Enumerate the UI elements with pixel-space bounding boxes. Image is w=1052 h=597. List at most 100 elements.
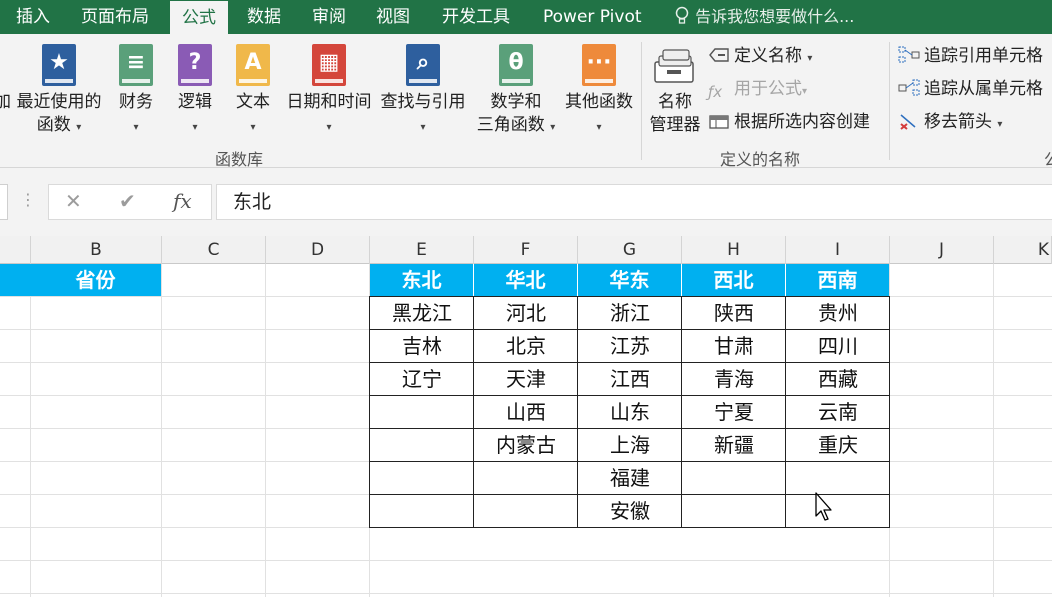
tab-developer[interactable]: 开发工具 [442, 0, 510, 34]
table-cell[interactable] [786, 462, 890, 495]
tab-insert[interactable]: 插入 [16, 0, 50, 34]
table-cell[interactable]: 陕西 [682, 297, 786, 330]
tell-me-box[interactable]: 告诉我您想要做什么... [674, 0, 854, 34]
recent-label-1: 最近使用的 [16, 92, 102, 112]
table-cell[interactable]: 甘肃 [682, 330, 786, 363]
recently-used-button[interactable]: ★ 最近使用的 函数 ▾ [12, 42, 106, 142]
table-cell[interactable] [370, 462, 474, 495]
table-header-cell[interactable]: 西南 [786, 264, 889, 296]
formula-buttons: ✕ ✔ fx [48, 184, 212, 220]
table-header-cell[interactable]: 东北 [370, 264, 473, 296]
column-header-g[interactable]: G [578, 236, 682, 264]
table-cell[interactable]: 宁夏 [682, 396, 786, 429]
defined-names-group-label: 定义的名称 [720, 150, 801, 169]
ribbon-tab-bar: 插入 页面布局 公式 数据 审阅 视图 开发工具 Power Pivot 告诉我… [0, 0, 1052, 35]
drag-handle-icon[interactable]: ⋮ [20, 190, 36, 209]
insert-function-button-partial[interactable]: 加 [0, 91, 11, 113]
worksheet-grid[interactable]: 省份 东北 华北 华东 西北 西南 黑龙江 河北 浙江 陕西 贵州 吉林 北京 … [0, 264, 1052, 597]
tab-review[interactable]: 审阅 [312, 0, 346, 34]
name-box[interactable] [0, 184, 8, 220]
table-cell[interactable] [474, 462, 578, 495]
table-cell[interactable]: 四川 [786, 330, 890, 363]
column-header-f[interactable]: F [474, 236, 578, 264]
table-cell[interactable]: 江西 [578, 363, 682, 396]
financial-label: 财务 [119, 92, 153, 112]
tab-data[interactable]: 数据 [247, 0, 281, 34]
table-header-cell[interactable]: 华东 [578, 264, 681, 296]
table-cell[interactable]: 山西 [474, 396, 578, 429]
province-header-cell[interactable]: 省份 [0, 264, 161, 296]
tab-power-pivot[interactable]: Power Pivot [543, 0, 642, 34]
table-cell[interactable]: 辽宁 [370, 363, 474, 396]
column-header-j[interactable]: J [890, 236, 994, 264]
chevron-down-icon: ▾ [802, 86, 808, 97]
column-header-c[interactable]: C [162, 236, 266, 264]
chevron-down-icon: ▾ [76, 122, 82, 133]
table-cell[interactable]: 山东 [578, 396, 682, 429]
table-cell[interactable]: 福建 [578, 462, 682, 495]
table-cell[interactable]: 青海 [682, 363, 786, 396]
trace-precedents-button[interactable]: 追踪引用单元格 [898, 44, 1043, 68]
chevron-down-icon: ▾ [550, 122, 556, 133]
table-cell[interactable] [370, 396, 474, 429]
table-cell[interactable]: 内蒙古 [474, 429, 578, 462]
table-cell[interactable]: 浙江 [578, 297, 682, 330]
table-cell[interactable] [786, 495, 890, 528]
logical-label: 逻辑 [178, 92, 212, 112]
column-header-k[interactable]: K [994, 236, 1052, 264]
formula-input[interactable]: 东北 [216, 184, 1052, 220]
table-cell[interactable]: 河北 [474, 297, 578, 330]
use-in-formula-label: 用于公式 [734, 79, 802, 99]
table-cell[interactable]: 重庆 [786, 429, 890, 462]
table-cell[interactable] [370, 495, 474, 528]
table-cell[interactable]: 天津 [474, 363, 578, 396]
tab-formulas[interactable]: 公式 [170, 1, 228, 35]
table-header-cell[interactable]: 西北 [682, 264, 785, 296]
table-cell[interactable]: 吉林 [370, 330, 474, 363]
more-functions-button[interactable]: ··· 其他函数 ▾ [561, 42, 637, 142]
table-cell[interactable] [682, 462, 786, 495]
group-divider [889, 42, 890, 160]
table-cell[interactable]: 新疆 [682, 429, 786, 462]
date-time-button[interactable]: ▦ 日期和时间 ▾ [284, 42, 374, 142]
ribbon-formulas: 加 ★ 最近使用的 函数 ▾ ≡ 财务 ▾ ? 逻辑 ▾ A 文本 ▾ ▦ 日期… [0, 34, 1052, 169]
table-cell[interactable]: 上海 [578, 429, 682, 462]
table-cell[interactable] [370, 429, 474, 462]
table-cell[interactable] [474, 495, 578, 528]
table-cell[interactable]: 安徽 [578, 495, 682, 528]
cancel-icon[interactable]: ✕ [65, 189, 82, 213]
financial-button[interactable]: ≡ 财务 ▾ [114, 42, 158, 142]
table-cell[interactable]: 贵州 [786, 297, 890, 330]
column-header-a-partial[interactable] [0, 236, 31, 264]
table-cell[interactable]: 黑龙江 [370, 297, 474, 330]
table-header-cell[interactable]: 华北 [474, 264, 577, 296]
define-name-label: 定义名称 [734, 46, 802, 66]
enter-check-icon[interactable]: ✔ [119, 189, 136, 213]
column-header-e[interactable]: E [370, 236, 474, 264]
tab-view[interactable]: 视图 [376, 0, 410, 34]
insert-function-fx-icon[interactable]: fx [173, 189, 192, 213]
logical-button[interactable]: ? 逻辑 ▾ [173, 42, 217, 142]
table-cell[interactable]: 西藏 [786, 363, 890, 396]
column-header-i[interactable]: I [786, 236, 890, 264]
create-from-selection-button[interactable]: 根据所选内容创建 [708, 110, 870, 134]
lookup-reference-button[interactable]: ⌕ 查找与引用 ▾ [377, 42, 469, 142]
table-cell[interactable] [682, 495, 786, 528]
column-header-b[interactable]: B [31, 236, 162, 264]
use-in-formula-button[interactable]: ƒx 用于公式▾ [708, 77, 807, 101]
column-header-d[interactable]: D [266, 236, 370, 264]
remove-arrows-button[interactable]: 移去箭头 ▾ [898, 110, 1002, 134]
column-header-h[interactable]: H [682, 236, 786, 264]
table-cell[interactable]: 江苏 [578, 330, 682, 363]
chevron-down-icon: ▾ [997, 119, 1003, 130]
text-button[interactable]: A 文本 ▾ [231, 42, 275, 142]
math-trig-button[interactable]: θ 数学和 三角函数 ▾ [472, 42, 560, 142]
date-time-label: 日期和时间 [286, 92, 372, 112]
name-manager-button[interactable]: 名称 管理器 [646, 46, 704, 146]
trace-dependents-button[interactable]: 追踪从属单元格 [898, 77, 1043, 101]
table-cell[interactable]: 北京 [474, 330, 578, 363]
tab-page-layout[interactable]: 页面布局 [81, 0, 149, 34]
letter-a-book-icon: A [236, 44, 270, 86]
table-cell[interactable]: 云南 [786, 396, 890, 429]
define-name-button[interactable]: 定义名称 ▾ [708, 44, 812, 68]
